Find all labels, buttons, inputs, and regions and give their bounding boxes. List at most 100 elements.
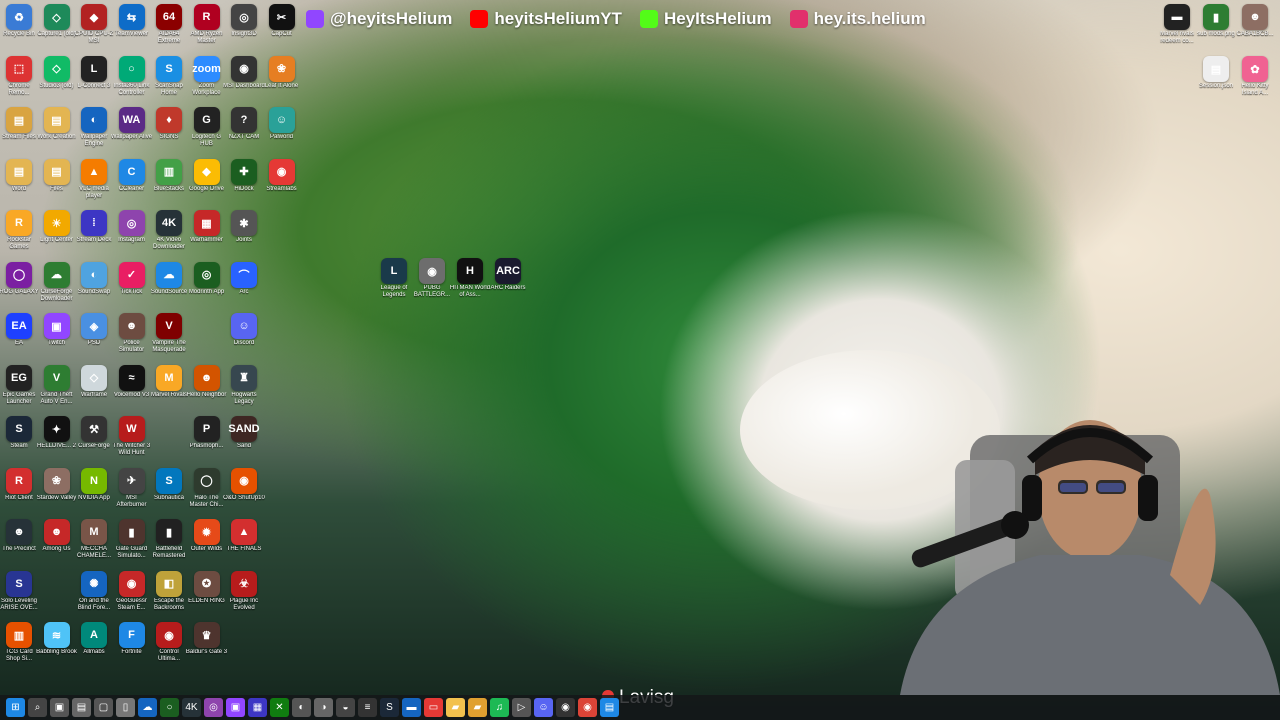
app-icon[interactable]: ▷ [512,698,531,717]
desktop-icon-geoguessr-steam-e[interactable]: ◉ GeoGuessr Steam E... [113,570,151,621]
4k-icon[interactable]: 4K [182,698,201,717]
desktop-icon-soundswap[interactable]: ◐ SoundSwap [75,261,113,312]
desktop-icon-insta360-link-controller[interactable]: ○ Insta360 Link Controller [113,55,151,106]
desktop-icon-the-witcher-3-wild-hunt[interactable]: W The Witcher 3 Wild Hunt [113,416,151,466]
desktop-icon-rog-galaxy[interactable]: ◯ ROG GALAXY [0,261,39,312]
desktop-icon-steam[interactable]: S Steam [0,416,38,466]
desktop-icon-hogwarts-legacy[interactable]: ♜ Hogwarts Legacy [225,364,263,415]
desktop-icon-the-precinct[interactable]: ☻ The Precinct [0,519,38,569]
desktop-icon-marvel-rivals-redeem-co[interactable]: ▬ Marvel rivals redeem co... [1158,4,1196,54]
desktop-icon-recycle-bin[interactable]: ♻ Recycle Bin [0,4,38,54]
app-icon[interactable]: ☁ [138,698,157,717]
desktop-icon-phasmoph[interactable]: P Phasmoph... [188,416,226,466]
desktop-icon-capture1-old[interactable]: ◇ Capture1 (old) [37,4,76,54]
desktop-icon-word[interactable]: ▤ Word [0,158,38,209]
desktop-icon-caba1bcb[interactable]: ☻ CABA1BCB... [1236,4,1274,54]
desktop-icon-work-creation[interactable]: ▤ Work Creation [37,107,76,157]
desktop-icon-halo-the-master-chi[interactable]: ◯ Halo The Master Chi... [188,467,226,518]
desktop-icon-babbling-brook[interactable]: ≋ Babbling Brook [36,622,77,672]
desktop-icon-gate-guard-simulato[interactable]: ▮ Gate Guard Simulato... [113,519,151,569]
desktop-icon-wallpaper-engine[interactable]: ◐ Wallpaper Engine [75,107,113,157]
desktop-icon-baldur-s-gate-3[interactable]: ♛ Baldur's Gate 3 [186,622,227,672]
app-icon[interactable]: ▬ [402,698,421,717]
desktop-icon-solo-leveling-arise-ove[interactable]: S Solo Leveling ARISE OVE... [0,570,38,621]
desktop-icon-hello-kitty-island-a[interactable]: ✿ Hello Kitty Island A... [1236,56,1274,106]
desktop-icon-vlc-media-player[interactable]: ▲ VLC media player [75,158,113,209]
desktop-icon-sub-mods-png[interactable]: ▮ sub mods.png [1197,4,1235,54]
desktop-icon-meccha-chamele[interactable]: M MECCHA CHAMELE... [75,519,113,569]
desktop-icon-chrome-remo[interactable]: ⬚ Chrome Remo... [0,55,38,106]
desktop-icon-bluestacks[interactable]: ▥ BlueStacks [150,158,188,209]
desktop-icon-twitch[interactable]: ▣ Twitch [38,313,76,363]
desktop-icon-streamlabs[interactable]: ◉ Streamlabs [263,158,301,209]
desktop-icon-ea[interactable]: EA EA [0,313,38,363]
desktop-icon-warframe[interactable]: ◇ Warframe [75,364,113,415]
app-icon[interactable]: ○ [160,698,179,717]
desktop-icon-curseforge-downloader[interactable]: ☁ CurseForge Downloader [38,261,76,312]
app-icon[interactable]: ▭ [424,698,443,717]
desktop-icon-nzxt-cam[interactable]: ? NZXT CAM [225,107,263,157]
desktop-icon-hello-neighbor[interactable]: ☻ Hello Neighbor [187,364,226,415]
app-icon[interactable]: ◑ [314,698,333,717]
desktop-icon-l-connect-3[interactable]: L L-Connect 3 [75,55,113,106]
desktop-icon-voicemod-v3[interactable]: ≈ Voicemod V3 [113,364,151,415]
desktop-icon-arc[interactable]: ⌒ Arc [225,261,263,312]
desktop-icon-wallpaper-alive[interactable]: WA Wallpaper Alive [111,107,152,157]
app-icon[interactable]: ◐ [292,698,311,717]
app-icon[interactable]: ▦ [248,698,267,717]
desktop-icon-modrinth-app[interactable]: ◎ Modrinth App [188,261,226,312]
desktop-icon-leaf-it-alone[interactable]: ❀ Leaf It Alone [263,55,301,106]
desktop-icon-capcut[interactable]: ✂ CapCut [263,4,301,54]
app-icon[interactable]: ≡ [358,698,377,717]
desktop-icon-logitech-g-hub[interactable]: G Logitech G HUB [188,107,226,157]
desktop-icon-battlefield-remastered[interactable]: ▮ Battlefield Remastered [150,519,188,569]
desktop-icon-tcg-card-shop-si[interactable]: ▥ TCG Card Shop Si... [0,622,38,672]
desktop-icon-zoom-workplace[interactable]: zoom Zoom Workplace [188,55,226,106]
app-icon[interactable]: ◒ [336,698,355,717]
desktop-icon-fortnite[interactable]: F Fortnite [113,622,151,672]
desktop-icon-plague-inc-evolved[interactable]: ☣ Plague Inc Evolved [225,570,263,621]
chrome-icon[interactable]: ◉ [578,698,597,717]
desktop-icon-ccleaner[interactable]: C CCleaner [113,158,151,209]
desktop-icon-4k-video-downloader[interactable]: 4K 4K Video Downloader [150,210,188,260]
desktop-icon-allmabs[interactable]: A Allmabs [75,622,113,672]
desktop-icon-elden-ring[interactable]: ✪ ELDEN RING [188,570,226,621]
desktop-icon-escape-the-backrooms[interactable]: ◧ Escape the Backrooms [150,570,188,621]
app-icon[interactable]: ▢ [94,698,113,717]
desktop-icon-palworld[interactable]: ☺ Palworld [263,107,301,157]
desktop-icon-light-center[interactable]: ☀ Light Center [38,210,76,260]
app-icon[interactable]: ▤ [600,698,619,717]
xbox-icon[interactable]: ✕ [270,698,289,717]
notepad-icon[interactable]: ▤ [72,698,91,717]
spotify-icon[interactable]: ♫ [490,698,509,717]
desktop-icon-outer-wilds[interactable]: ✹ Outer Wilds [188,519,226,569]
desktop-icon-o-o-shutup10[interactable]: ◉ O&O ShutUp10 [223,467,265,518]
desktop-icon-among-us[interactable]: ☻ Among Us [38,519,76,569]
desktop-icon-helldive-2[interactable]: ✦ HELLDIVE... 2 [37,416,76,466]
desktop-icon-riot-client[interactable]: R Riot Client [0,467,38,518]
steam-icon[interactable]: S [380,698,399,717]
desktop-icon-joints[interactable]: ✱ Joints [225,210,263,260]
desktop-icon-google-drive[interactable]: ◆ Google Drive [188,158,226,209]
desktop-icon-hitman-world-of-ass[interactable]: H HITMAN World of Ass... [450,258,490,308]
search-icon[interactable]: ⌕ [28,698,47,717]
desktop-icon-instagram[interactable]: ◎ Instagram [113,210,151,260]
desktop-icon-stardew-valley[interactable]: ❀ Stardew Valley [37,467,76,518]
desktop-icon-session-json[interactable]: ▤ Session.json [1197,56,1235,106]
desktop-icon-stream-files[interactable]: ▤ Stream Files [0,107,38,157]
desktop-icon-epic-games-launcher[interactable]: EG Epic Games Launcher [0,364,38,415]
desktop-icon-grand-theft-auto-v-en[interactable]: V Grand Theft Auto V En... [38,364,76,415]
document-icon[interactable]: ▯ [116,698,135,717]
desktop-icon-pubg-battlegr[interactable]: ◉ PUBG BATTLEGR... [413,258,451,308]
windows-start-icon[interactable]: ⊞ [6,698,25,717]
folder-icon[interactable]: ▰ [446,698,465,717]
desktop-icon-sand[interactable]: SAND Sand [225,416,263,466]
desktop-icon-files[interactable]: ▤ Files [38,158,76,209]
desktop-icon-soundsource[interactable]: ☁ SoundSource [150,261,188,312]
twitch-icon[interactable]: ▣ [226,698,245,717]
desktop-icon-warhammer[interactable]: ▦ Warhammer [188,210,226,260]
desktop-icon-amd-ryzen-master[interactable]: R AMD Ryzen Master [188,4,226,54]
desktop-icon-studio3-old[interactable]: ◇ Studio3 (old) [38,55,76,106]
app-icon[interactable]: ◉ [556,698,575,717]
desktop-icon-discord[interactable]: ☺ Discord [225,313,263,363]
